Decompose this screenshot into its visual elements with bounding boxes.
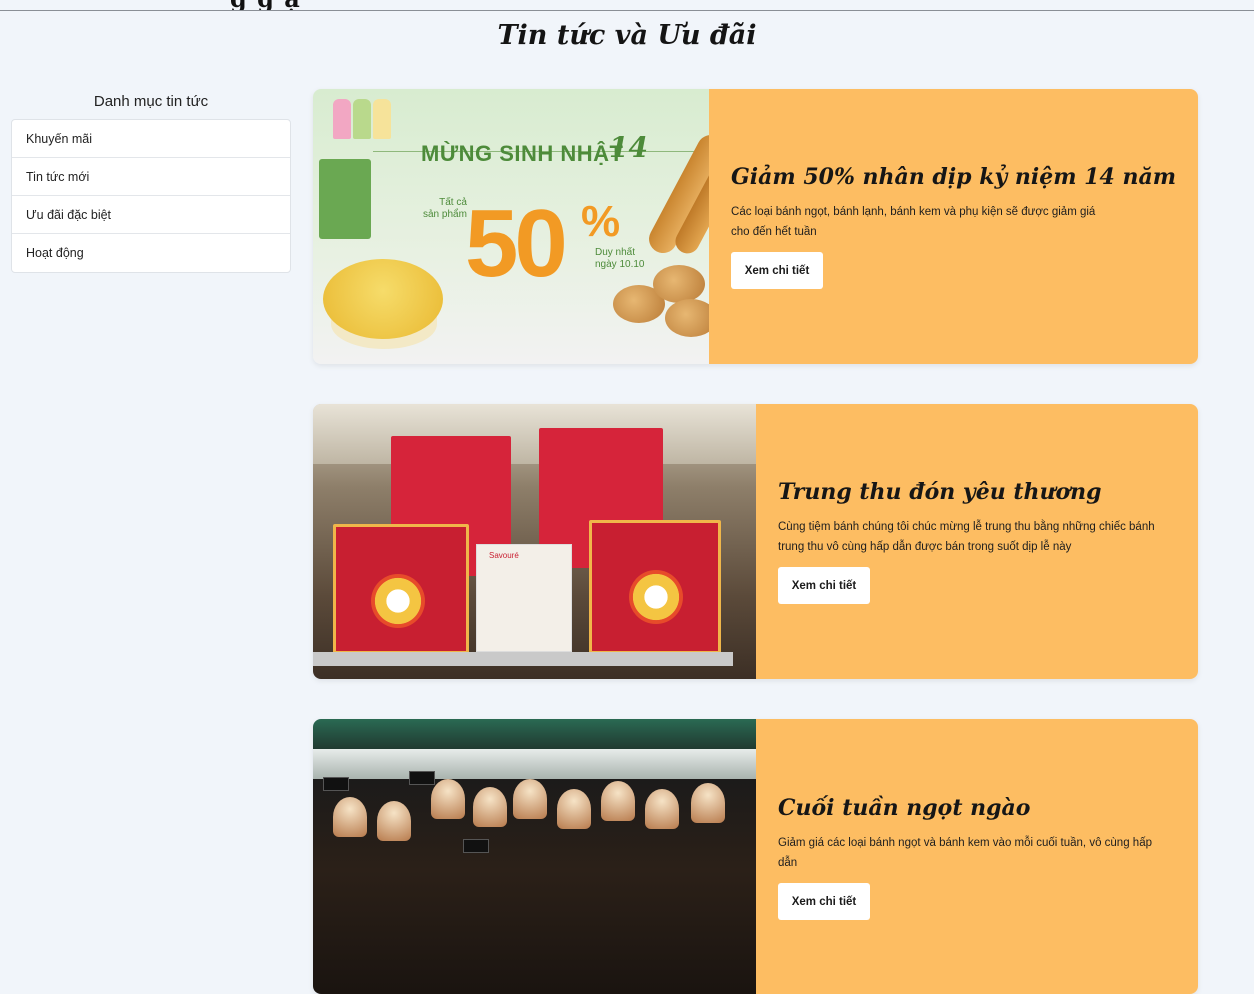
card-body: Trung thu đón yêu thương Cùng tiệm bánh … xyxy=(756,404,1198,679)
sidebar-title: Danh mục tin tức xyxy=(11,89,291,119)
display-glass xyxy=(313,749,756,779)
card-title: Cuối tuần ngọt ngào xyxy=(778,795,1176,821)
news-card-sweet-weekend: Cuối tuần ngọt ngào Giảm giá các loại bá… xyxy=(313,719,1198,994)
ice-cream-bar xyxy=(333,99,351,139)
view-details-button[interactable]: Xem chi tiết xyxy=(778,883,870,920)
ice-cream-bar xyxy=(353,99,371,139)
pastry xyxy=(377,801,411,841)
banner-number: 14 xyxy=(609,131,648,164)
view-details-button[interactable]: Xem chi tiết xyxy=(731,252,823,289)
card-description: Các loại bánh ngọt, bánh lạnh, bánh kem … xyxy=(731,202,1111,242)
card-body: Cuối tuần ngọt ngào Giảm giá các loại bá… xyxy=(756,719,1198,994)
banner-headline: MỪNG SINH NHẬT xyxy=(421,141,623,167)
cream-puff xyxy=(665,299,709,337)
lion-dance-face xyxy=(371,574,425,628)
view-details-button[interactable]: Xem chi tiết xyxy=(778,567,870,604)
news-category-sidebar: Danh mục tin tức Khuyến mãi Tin tức mới … xyxy=(11,89,291,273)
sidebar-item-activities[interactable]: Hoạt động xyxy=(12,234,290,272)
card-description: Cùng tiệm bánh chúng tôi chúc mừng lễ tr… xyxy=(778,517,1158,557)
card-body: Giảm 50% nhân dịp kỷ niệm 14 năm Các loạ… xyxy=(709,89,1198,364)
ice-cream-bar xyxy=(373,99,391,139)
ice-cream-pack xyxy=(319,159,371,239)
news-card-mid-autumn: Savouré Trung thu đón yêu thương Cùng ti… xyxy=(313,404,1198,679)
banner-left-line1: Tất cả xyxy=(423,197,467,209)
pastry xyxy=(645,789,679,829)
pastry xyxy=(601,781,635,821)
cake-display-image xyxy=(313,719,756,994)
banner-right-line2: ngày 10.10 xyxy=(595,259,645,271)
page-title: Tin tức và Ưu đãi xyxy=(0,20,1254,51)
sidebar-item-latest-news[interactable]: Tin tức mới xyxy=(12,158,290,196)
price-tag xyxy=(409,771,435,785)
card-title: Giảm 50% nhân dịp kỷ niệm 14 năm xyxy=(731,164,1176,190)
pastry xyxy=(473,787,507,827)
mid-autumn-image: Savouré xyxy=(313,404,756,679)
sidebar-item-promotions[interactable]: Khuyến mãi xyxy=(12,120,290,158)
banner-left-line2: sản phẩm xyxy=(423,209,467,221)
cake-top xyxy=(323,259,443,339)
pastry xyxy=(557,789,591,829)
price-tag xyxy=(323,777,349,791)
banner-percent: % xyxy=(581,197,620,247)
cream-puff xyxy=(653,265,705,303)
display-shelf xyxy=(313,652,733,666)
banner-big-number: 50 xyxy=(465,189,564,299)
pastry xyxy=(333,797,367,837)
banner-right-note: Duy nhất ngày 10.10 xyxy=(595,247,645,271)
lion-dance-face xyxy=(629,570,683,624)
product-leaflet: Savouré xyxy=(476,544,572,652)
cut-off-heading: g g ạ xyxy=(230,0,301,11)
birthday-promo-image: MỪNG SINH NHẬT 14 Tất cả sản phẩm 50 % D… xyxy=(313,89,709,364)
news-card-birthday: MỪNG SINH NHẬT 14 Tất cả sản phẩm 50 % D… xyxy=(313,89,1198,364)
leaflet-brand: Savouré xyxy=(489,551,519,560)
card-title: Trung thu đón yêu thương xyxy=(778,479,1176,505)
banner-left-note: Tất cả sản phẩm xyxy=(423,197,467,221)
sidebar-item-special-offers[interactable]: Ưu đãi đặc biệt xyxy=(12,196,290,234)
pastry xyxy=(513,779,547,819)
card-description: Giảm giá các loại bánh ngọt và bánh kem … xyxy=(778,833,1158,873)
pastry xyxy=(431,779,465,819)
sidebar-list: Khuyến mãi Tin tức mới Ưu đãi đặc biệt H… xyxy=(11,119,291,273)
banner-right-line1: Duy nhất xyxy=(595,247,645,259)
pastry xyxy=(691,783,725,823)
ceiling xyxy=(313,404,756,464)
top-strip: g g ạ xyxy=(0,0,1254,11)
price-tag xyxy=(463,839,489,853)
